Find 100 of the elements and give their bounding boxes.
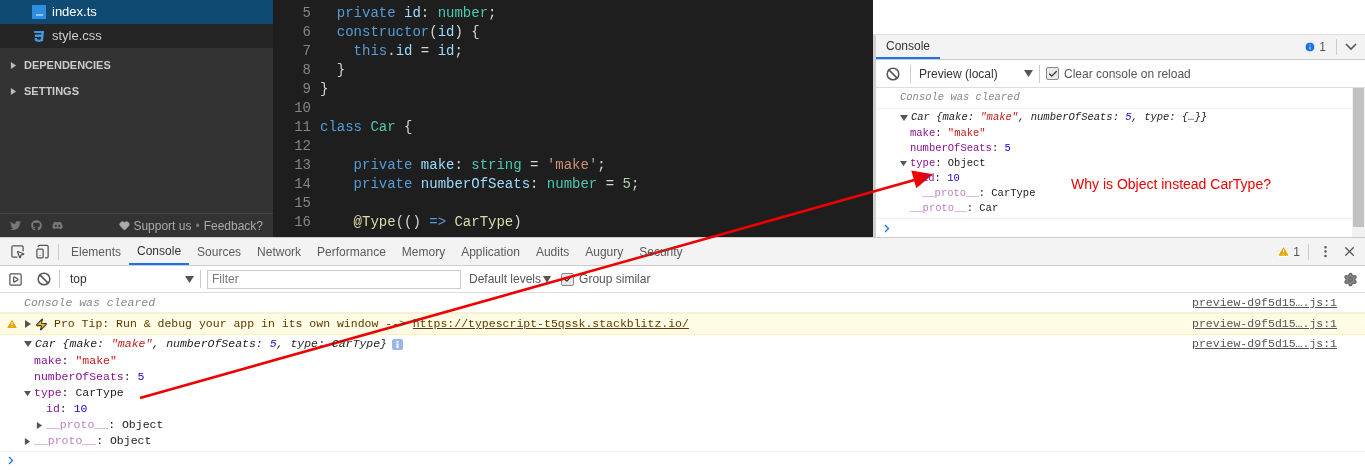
feedback-link[interactable]: Feedback? [203, 216, 263, 235]
devtools-tab[interactable]: Performance [309, 238, 394, 265]
console-tab[interactable]: Console [876, 35, 941, 59]
line-number: 9 [301, 80, 311, 99]
line-number: 13 [293, 156, 311, 175]
triangle-icon[interactable] [24, 437, 31, 445]
inspect-icon[interactable] [10, 244, 25, 259]
annotation-text: Why is Object instead CarType? [1071, 175, 1271, 194]
chat-icon[interactable] [52, 220, 63, 231]
code-line: private id: number; [335, 4, 497, 23]
dropdown-triangle-icon [1024, 70, 1033, 77]
code-line: class Car { [320, 118, 413, 137]
link[interactable]: https://typescript-t5qssk.stackblitz.io/ [412, 317, 689, 331]
line-number: 11 [293, 118, 311, 137]
devtools-tab[interactable]: Augury [577, 238, 632, 265]
warning-count: 1 [1293, 243, 1300, 261]
console-message: Console was cleared [24, 294, 156, 311]
devtools-tab[interactable]: Audits [527, 238, 578, 265]
bird-icon[interactable] [10, 220, 21, 231]
support-link[interactable]: Support us [133, 216, 192, 235]
line-number: 6 [301, 23, 311, 42]
prompt-icon [884, 223, 890, 233]
devtools-tab[interactable]: Application [453, 238, 528, 265]
triangle-icon[interactable] [24, 389, 31, 397]
scrollbar[interactable] [1352, 88, 1365, 237]
dropdown-triangle-icon [543, 275, 552, 283]
devtools-tab[interactable]: Elements [63, 238, 130, 265]
devtools-tab[interactable]: Sources [189, 238, 250, 265]
line-number: 12 [293, 137, 311, 156]
prompt-icon [8, 455, 14, 465]
chevron-down-icon[interactable] [1345, 43, 1357, 51]
triangle-icon[interactable] [24, 320, 32, 328]
context-select[interactable]: Preview (local) [911, 64, 1039, 83]
warning-icon [6, 318, 18, 330]
console-text: type: Object [910, 156, 986, 172]
checkbox-label: Group similar [579, 271, 651, 288]
triangle-icon[interactable] [900, 113, 908, 122]
devtools-tab[interactable]: Memory [393, 238, 454, 265]
settings-icon[interactable] [1343, 271, 1358, 287]
code-line: this.id = id; [352, 42, 463, 61]
code-line: } [335, 61, 346, 80]
line-number: 5 [301, 4, 311, 23]
source-link[interactable]: preview-d9f5d15….js:1 [1192, 293, 1337, 312]
code-line: constructor(id) { [335, 23, 480, 42]
levels-dropdown[interactable]: Default levels [469, 270, 552, 288]
file-name: index.ts [52, 3, 97, 22]
no-entry-icon[interactable] [37, 272, 51, 286]
code-line: } [320, 80, 329, 99]
checkbox-label: Clear console on reload [1064, 65, 1191, 83]
separator-dot: • [195, 217, 200, 235]
info-icon [1304, 41, 1317, 53]
source-link[interactable]: preview-d9f5d15….js:1 [1192, 315, 1337, 333]
triangle-icon[interactable] [10, 87, 17, 95]
console-text: __proto__: Car [910, 201, 999, 217]
close-icon[interactable] [1342, 244, 1357, 259]
no-entry-icon[interactable] [886, 66, 900, 81]
file-name: style.css [52, 27, 102, 46]
filter-field[interactable]: Filter [207, 269, 461, 289]
console-text: type: CarType [34, 385, 124, 402]
warning-icon [1277, 245, 1291, 258]
devtools-tab[interactable]: Console [129, 238, 190, 265]
console-text: id: 10 [46, 401, 88, 418]
triangle-icon[interactable] [24, 340, 32, 348]
triangle-icon[interactable] [900, 160, 907, 168]
file-item[interactable]: style.css [0, 24, 273, 48]
line-number: 14 [293, 175, 311, 194]
line-number: 16 [293, 213, 311, 232]
code-line: private make: string = 'make'; [352, 156, 606, 175]
line-number: 7 [301, 42, 311, 61]
dropdown-triangle-icon [185, 275, 194, 283]
triangle-icon[interactable] [36, 421, 43, 429]
console-text: numberOfSeats: 5 [910, 141, 1011, 157]
line-number: 8 [301, 61, 311, 80]
section-header[interactable]: DEPENDENCIES [0, 52, 273, 78]
console-text: make: "make" [910, 126, 986, 142]
console-text: __proto__: Object [46, 417, 164, 434]
console-text: __proto__: Object [34, 433, 152, 450]
console-text: Car {make: "make", numberOfSeats: 5, type: {…}} [911, 110, 1208, 126]
file-icon [32, 5, 46, 19]
line-number: 10 [293, 99, 311, 118]
lightning-icon [35, 317, 48, 331]
cat-icon[interactable] [31, 220, 42, 231]
console-text: numberOfSeats: 5 [34, 369, 145, 386]
triangle-icon[interactable] [10, 61, 17, 69]
checkbox[interactable] [1046, 67, 1059, 80]
console-text: __proto__: CarType [922, 186, 1036, 202]
section-header[interactable]: SETTINGS [0, 78, 273, 104]
info-count: 1 [1319, 39, 1326, 56]
console-text: make: "make" [34, 353, 117, 370]
line-number: 15 [293, 194, 311, 213]
source-link[interactable]: preview-d9f5d15….js:1 [1192, 335, 1337, 353]
checkmark-icon [1047, 68, 1058, 79]
console-text: Car {make: "make", numberOfSeats: 5, type: CarType} [35, 336, 387, 353]
play-square-icon[interactable] [8, 271, 23, 287]
devtools-tab[interactable]: Network [249, 238, 310, 265]
console-message: Console was cleared [900, 90, 1020, 106]
context-select[interactable]: top [60, 270, 200, 288]
device-icon[interactable] [35, 244, 50, 259]
heart-icon [119, 220, 131, 231]
file-item[interactable]: index.ts [0, 0, 273, 24]
